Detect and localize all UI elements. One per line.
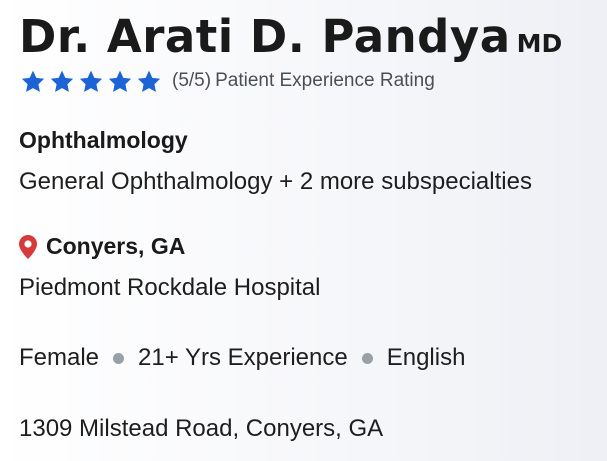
rating-row: (5/5) Patient Experience Rating xyxy=(20,67,435,95)
location-row: Conyers, GA xyxy=(19,233,185,260)
rating-score: (5/5) xyxy=(172,70,212,91)
rating-label: Patient Experience Rating xyxy=(215,70,435,91)
language-text: English xyxy=(386,344,466,371)
doctor-name-row: Dr. Arati D. Pandya MD xyxy=(19,10,562,63)
experience-text: 21+ Yrs Experience xyxy=(138,344,348,371)
separator-dot xyxy=(113,352,125,364)
star-icon xyxy=(136,69,162,94)
subspecialties-text: General Ophthalmology + 2 more subspecia… xyxy=(19,168,532,195)
star-icon xyxy=(49,69,75,94)
star-rating xyxy=(20,69,162,94)
star-icon xyxy=(107,69,133,94)
doctor-name: Dr. Arati D. Pandya xyxy=(19,10,511,63)
doctor-profile-card: Dr. Arati D. Pandya MD (5/5) Patient Exper… xyxy=(19,0,607,461)
separator-dot xyxy=(361,352,373,364)
office-address: 1309 Milstead Road, Conyers, GA xyxy=(19,415,384,442)
hospital-name: Piedmont Rockdale Hospital xyxy=(19,274,321,301)
star-icon xyxy=(78,69,104,94)
doctor-attributes: Female 21+ Yrs Experience English xyxy=(19,344,465,372)
rating-text: (5/5) Patient Experience Rating xyxy=(172,70,435,92)
location-city: Conyers, GA xyxy=(46,233,186,259)
gender-text: Female xyxy=(19,344,100,371)
star-icon xyxy=(20,69,46,94)
specialty-title: Ophthalmology xyxy=(19,127,188,153)
doctor-credential: MD xyxy=(516,29,563,58)
map-pin-icon xyxy=(19,234,37,259)
